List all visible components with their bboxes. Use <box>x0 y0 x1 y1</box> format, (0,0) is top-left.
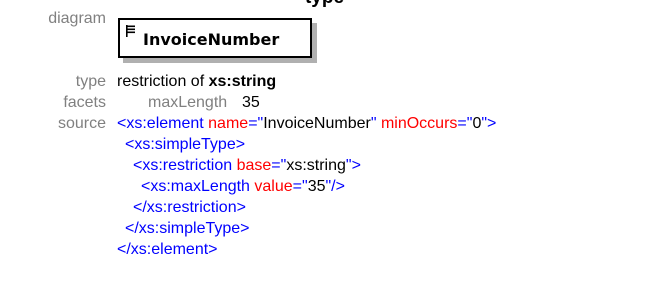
element-name: InvoiceNumber <box>143 30 280 49</box>
attribute-value: xs:string <box>286 157 346 174</box>
type-base: xs:string <box>208 73 277 90</box>
source-line-6: </xs:simpleType> <box>125 220 250 237</box>
attribute-quote: " <box>370 115 381 132</box>
source-line-5: </xs:restriction> <box>133 199 246 216</box>
source-line-1: <xs:element name="InvoiceNumber" minOccu… <box>117 115 496 133</box>
clipped-section-title: type <box>0 0 649 9</box>
type-label: type <box>75 73 106 90</box>
attribute-name: value <box>254 178 293 195</box>
source-label: source <box>57 115 106 132</box>
attribute-value: 0 <box>472 115 482 132</box>
attribute-equals: =" <box>457 115 473 132</box>
source-line-3: <xs:restriction base="xs:string"> <box>133 157 361 175</box>
attribute-equals: =" <box>271 157 287 174</box>
source-line-2: <xs:simpleType> <box>125 136 246 153</box>
tag-close: > <box>351 157 361 174</box>
attribute-equals: =" <box>292 178 308 195</box>
type-prefix: restriction of <box>117 73 209 90</box>
tag-open: <xs:element <box>117 115 209 132</box>
source-line-7: </xs:element> <box>117 241 218 258</box>
facet-name: maxLength <box>148 94 228 111</box>
tag-open: <xs:restriction <box>133 157 237 174</box>
element-diagram-box[interactable]: InvoiceNumber <box>118 18 312 58</box>
tag-close: > <box>487 115 497 132</box>
attribute-name: base <box>236 157 272 174</box>
attribute-value: 35 <box>307 178 326 195</box>
attribute-name: minOccurs <box>380 115 458 132</box>
attribute-name: name <box>208 115 249 132</box>
attribute-value: InvoiceNumber <box>263 115 371 132</box>
type-value: restriction of xs:string <box>117 73 276 91</box>
facets-label: facets <box>63 94 106 111</box>
diagram-label: diagram <box>48 10 106 27</box>
element-content-icon <box>126 25 135 37</box>
source-line-4: <xs:maxLength value="35"/> <box>141 178 345 196</box>
attribute-equals: =" <box>248 115 264 132</box>
tag-close: /> <box>331 178 345 195</box>
tag-open: <xs:maxLength <box>141 178 255 195</box>
facet-value: 35 <box>242 94 260 111</box>
